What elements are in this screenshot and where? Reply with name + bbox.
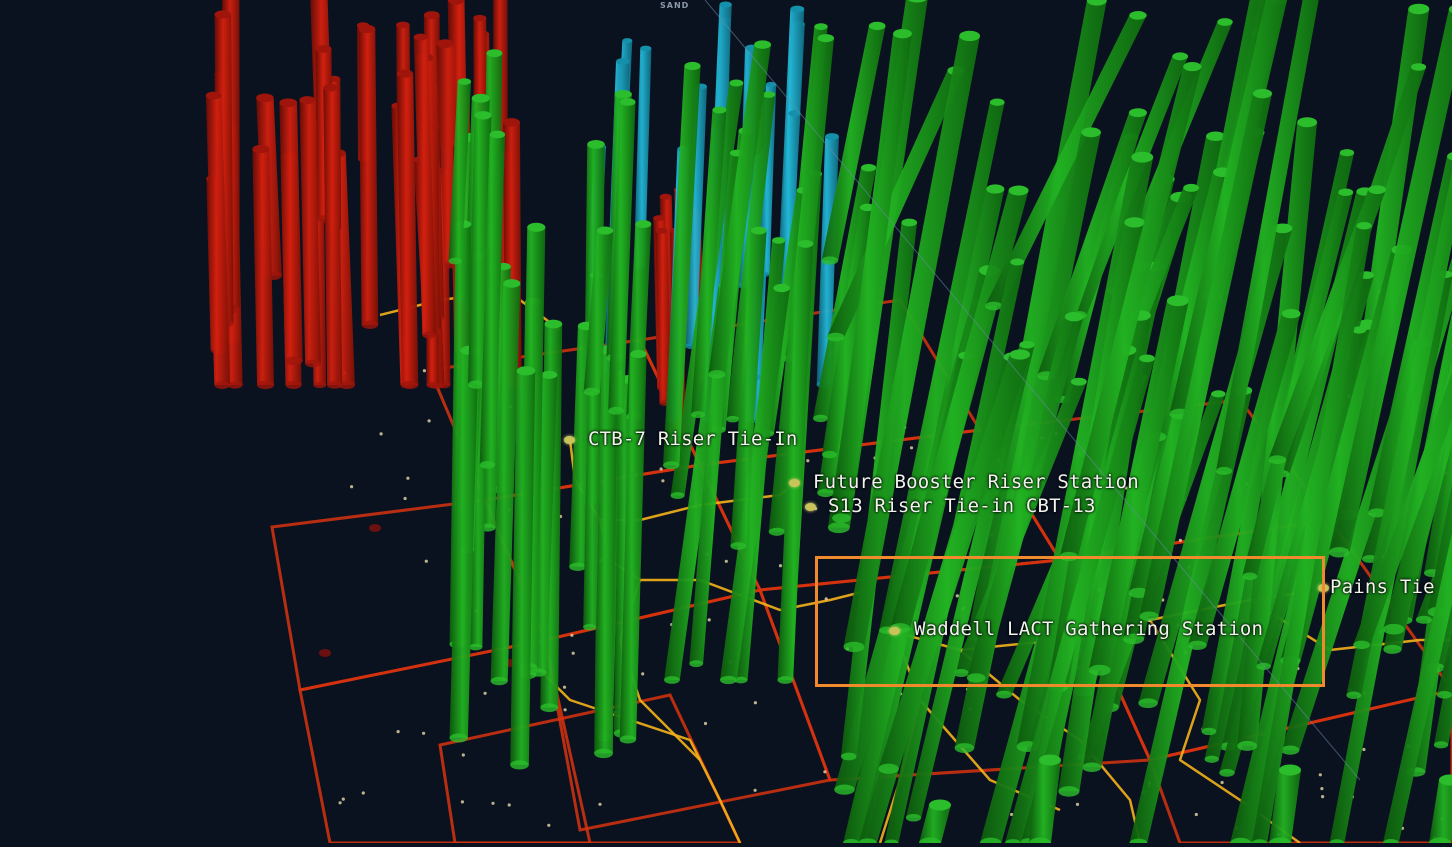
facility-marker-future-booster[interactable] (789, 479, 800, 487)
facility-marker-waddell[interactable] (889, 627, 900, 635)
facility-label-future-booster[interactable]: Future Booster Riser Station (813, 471, 1139, 493)
facility-label-waddell[interactable]: Waddell LACT Gathering Station (914, 618, 1263, 640)
facility-label-pains[interactable]: Pains Tie (1330, 576, 1435, 598)
facility-marker-pains[interactable] (1318, 584, 1329, 592)
facility-marker-s13[interactable] (805, 503, 816, 511)
facility-marker-ctb7[interactable] (564, 436, 575, 444)
facility-label-s13[interactable]: S13 Riser Tie-in CBT-13 (828, 495, 1096, 517)
map-viewport[interactable]: SAND CTB-7 Riser Tie-In Future Booster R… (0, 0, 1452, 843)
facility-label-ctb7[interactable]: CTB-7 Riser Tie-In (588, 428, 798, 450)
